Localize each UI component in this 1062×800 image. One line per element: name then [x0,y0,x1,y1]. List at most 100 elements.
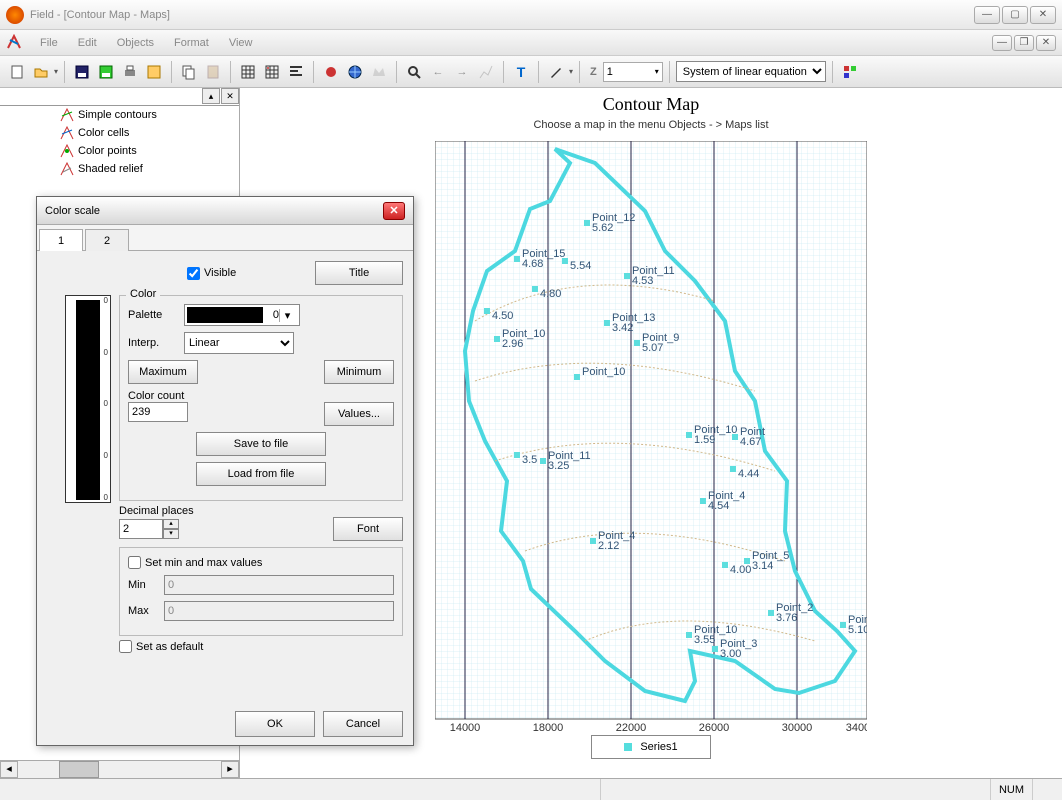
cancel-button[interactable]: Cancel [323,711,403,737]
forward-button[interactable]: → [451,61,473,83]
svg-text:4.44: 4.44 [738,468,759,480]
svg-text:4.67: 4.67 [740,436,761,448]
max-input [164,601,394,621]
save-button[interactable] [71,61,93,83]
svg-text:14000: 14000 [450,722,481,731]
min-input [164,575,394,595]
globe-button[interactable] [344,61,366,83]
pen-tool[interactable] [545,61,567,83]
font-button[interactable]: Font [333,517,403,541]
svg-text:2.12: 2.12 [598,540,619,552]
load-from-file-button[interactable]: Load from file [196,462,326,486]
interp-select[interactable]: Linear [184,332,294,354]
equation-select[interactable]: System of linear equations [676,61,826,82]
menu-edit[interactable]: Edit [70,35,105,51]
back-button[interactable]: ← [427,61,449,83]
dialog-tab-2[interactable]: 2 [85,229,129,251]
svg-text:26000: 26000 [699,722,730,731]
crown-icon[interactable] [368,61,390,83]
interp-label: Interp. [128,337,178,349]
svg-text:3.25: 3.25 [548,460,569,472]
grid2-button[interactable] [261,61,283,83]
paste-button[interactable] [202,61,224,83]
svg-text:3.42: 3.42 [612,322,633,334]
chart-button[interactable] [475,61,497,83]
menu-file[interactable]: File [32,35,66,51]
dialog-tab-1[interactable]: 1 [39,229,83,251]
svg-text:3.5: 3.5 [522,454,537,466]
svg-text:3.14: 3.14 [752,560,773,572]
grid-button[interactable] [237,61,259,83]
set-default-checkbox[interactable]: Set as default [119,640,203,653]
mdi-minimize[interactable]: — [992,35,1012,51]
print-button[interactable] [119,61,141,83]
ok-button[interactable]: OK [235,711,315,737]
svg-text:4.80: 4.80 [540,288,561,300]
menu-view[interactable]: View [221,35,261,51]
copy-button[interactable] [178,61,200,83]
maximize-button[interactable]: ▢ [1002,6,1028,24]
legend-marker-icon [624,743,632,751]
color-scale-dialog: Color scale ✕ 1 2 Visible Title 0 0 0 0 … [36,196,414,746]
svg-text:5.10: 5.10 [848,624,867,636]
close-button[interactable]: ✕ [1030,6,1056,24]
open-button[interactable] [30,61,52,83]
dialog-close-button[interactable]: ✕ [383,202,405,220]
status-num: NUM [990,779,1032,800]
dialog-title: Color scale [45,205,100,217]
z-field[interactable]: 1▾ [603,62,663,82]
save-to-file-button[interactable]: Save to file [196,432,326,456]
svg-text:4.50: 4.50 [492,310,513,322]
tree-item: Simple contours [0,106,239,124]
title-bar: Field - [Contour Map - Maps] — ▢ ✕ [0,0,1062,30]
color-tool[interactable] [839,61,861,83]
set-minmax-checkbox[interactable]: Set min and max values [128,556,262,569]
map-title: Contour Map [240,94,1062,115]
minimize-button[interactable]: — [974,6,1000,24]
svg-text:4.00: 4.00 [730,564,751,576]
palette-select[interactable]: 0▾ [184,304,300,326]
title-button[interactable]: Title [315,261,403,285]
svg-text:4.68: 4.68 [522,258,543,270]
z-label: Z [586,66,601,78]
svg-text:Point_10: Point_10 [582,366,625,378]
visible-checkbox[interactable]: Visible [187,267,236,280]
color-count-input[interactable] [128,402,188,422]
new-button[interactable] [6,61,28,83]
mdi-close[interactable]: ✕ [1036,35,1056,51]
tree-item: Shaded relief [0,160,239,178]
align-button[interactable] [285,61,307,83]
status-bar: NUM [0,778,1062,800]
max-label: Max [128,605,158,617]
app-icon [6,6,24,24]
legend-label: Series1 [640,741,677,753]
decimal-label: Decimal places [119,505,403,517]
svg-text:22000: 22000 [616,722,647,731]
maximum-button[interactable]: Maximum [128,360,198,384]
tree-item: Color points [0,142,239,160]
svg-text:4.54: 4.54 [708,500,729,512]
minimum-button[interactable]: Minimum [324,360,394,384]
svg-text:4.53: 4.53 [632,275,653,287]
menu-format[interactable]: Format [166,35,217,51]
frame-button[interactable] [143,61,165,83]
zoom-button[interactable] [403,61,425,83]
svg-text:34000: 34000 [846,722,867,731]
mdi-restore[interactable]: ❐ [1014,35,1034,51]
menu-bar: File Edit Objects Format View — ❐ ✕ [0,30,1062,56]
palette-label: Palette [128,309,178,321]
sidebar-tab-close[interactable]: ✕ [221,88,239,104]
values-button[interactable]: Values... [324,402,394,426]
svg-text:5.54: 5.54 [570,260,591,272]
map-canvas[interactable]: Point_125.62Point_154.685.54Point_114.53… [435,141,867,731]
red-tool[interactable] [320,61,342,83]
menu-objects[interactable]: Objects [109,35,162,51]
svg-text:3.55: 3.55 [694,634,715,646]
save-highlight-button[interactable] [95,61,117,83]
svg-text:3.00: 3.00 [720,648,741,660]
sidebar-tab-up[interactable]: ▴ [202,88,220,104]
text-tool[interactable]: T [510,61,532,83]
svg-text:5.62: 5.62 [592,222,613,234]
decimal-spinner[interactable]: ▴▾ [119,519,179,539]
sidebar-hscroll[interactable]: ◂▸ [0,760,239,778]
